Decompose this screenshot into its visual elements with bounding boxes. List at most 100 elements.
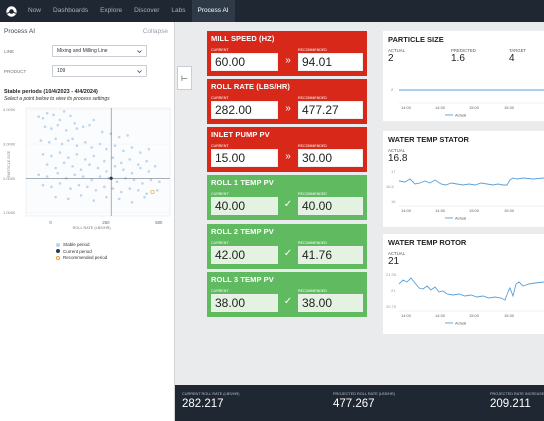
tile-2[interactable]: INLET PUMP PV CURRENT RECOMMENDED 15.00 » 30.… <box>207 127 367 172</box>
nav-labs[interactable]: Labs <box>165 0 191 22</box>
legend-recommended-swatch <box>56 255 60 260</box>
rotor-y-tick-1: 21 <box>391 288 396 293</box>
projected-roll-rate-label: PROJECTED ROLL RATE (LBS/HR) <box>333 392 396 396</box>
tile-title: ROLL 3 TEMP PV <box>211 275 274 284</box>
particle-x-tick-2: 15:00 <box>469 105 480 110</box>
stator-legend-label: Actual <box>455 216 466 221</box>
stable-point <box>83 158 87 161</box>
projected-rate-increase-value: 209.211 <box>490 398 531 410</box>
product-select-value: 109 <box>57 68 66 74</box>
stable-point <box>81 125 85 129</box>
tile-5[interactable]: ROLL 3 TEMP PV CURRENT RECOMMENDED 38.00 ✓ 38… <box>207 272 367 317</box>
y-tick-label: 3.0000 <box>3 142 16 147</box>
projected-roll-rate-value: 477.267 <box>333 398 375 410</box>
nav-process-ai[interactable]: Process AI <box>191 0 235 22</box>
stable-point <box>62 110 66 113</box>
tile-3[interactable]: ROLL 1 TEMP PV CURRENT RECOMMENDED 40.00 ✓ 40… <box>207 175 367 220</box>
nav-discover[interactable]: Discover <box>128 0 165 22</box>
tile-1[interactable]: ROLL RATE (LBS/HR) CURRENT RECOMMENDED 282.… <box>207 79 367 124</box>
stable-point <box>117 135 121 139</box>
tile-recommended-label: RECOMMENDED <box>298 144 327 148</box>
tile-current-label: CURRENT <box>211 48 229 52</box>
stable-point <box>130 200 134 204</box>
increase-arrow-icon: » <box>285 103 291 114</box>
tile-title: ROLL 2 TEMP PV <box>211 227 274 236</box>
legend-current-label: Current period <box>63 248 92 254</box>
stable-point <box>73 122 77 125</box>
tile-current-value: 60.00 <box>211 53 278 71</box>
app-logo-icon[interactable] <box>0 0 22 22</box>
stable-point <box>69 114 72 118</box>
tile-title: ROLL RATE (LBS/HR) <box>211 82 291 91</box>
stable-point <box>50 127 53 130</box>
stable-point <box>117 197 121 201</box>
rotor-x-tick-2: 15:00 <box>469 313 480 318</box>
current-roll-rate-value: 282.217 <box>182 398 224 410</box>
stable-point <box>132 178 136 182</box>
left-panel: Process AI Collapse LINE Mixing and Mill… <box>0 22 175 421</box>
line-select[interactable]: Mixing and Milling Line <box>52 45 147 57</box>
stator-x-tick-2: 15:00 <box>469 208 480 213</box>
stable-point <box>54 195 57 199</box>
nav-explore[interactable]: Explore <box>94 0 128 22</box>
current-roll-rate: CURRENT ROLL RATE (LBS/HR) 282.217 <box>182 392 240 410</box>
collapse-link[interactable]: Collapse <box>143 28 168 35</box>
stable-point <box>90 178 93 182</box>
tile-current-label: CURRENT <box>211 289 229 293</box>
stable-point <box>92 118 96 122</box>
stable-point <box>130 146 134 149</box>
rotor-title: WATER TEMP ROTOR <box>388 238 467 247</box>
particle-x-tick-3: 15:30 <box>504 105 515 110</box>
legend-recommended: Recommended period <box>56 255 107 260</box>
chevron-down-icon <box>137 69 142 73</box>
product-select[interactable]: 109 <box>52 65 147 77</box>
tile-4[interactable]: ROLL 2 TEMP PV CURRENT RECOMMENDED 42.00 ✓ 41… <box>207 224 367 269</box>
stable-point <box>50 185 53 189</box>
particle-legend-label: Actual <box>455 113 466 118</box>
tile-recommended-label: RECOMMENDED <box>298 241 327 245</box>
nav-dashboards[interactable]: Dashboards <box>47 0 94 22</box>
stable-point <box>139 166 142 170</box>
nav-now[interactable]: Now <box>22 0 47 22</box>
tile-current-label: CURRENT <box>211 192 229 196</box>
tile-recommended-value: 477.27 <box>298 101 363 119</box>
particle-y-tick: 2 <box>391 87 394 92</box>
tile-0[interactable]: MILL SPEED (HZ) CURRENT RECOMMENDED 60.00 » 9… <box>207 31 367 76</box>
stator-y-tick-1: 16.5 <box>386 184 395 189</box>
stator-x-tick-3: 15:30 <box>504 208 515 213</box>
stable-point <box>86 185 89 189</box>
stable-point <box>141 182 144 185</box>
stable-point <box>39 139 43 142</box>
tile-title: MILL SPEED (HZ) <box>211 34 275 43</box>
stable-point <box>111 187 115 190</box>
rotor-y-tick-0: 21.25 <box>386 272 397 277</box>
stable-point <box>71 164 74 168</box>
increase-arrow-icon: » <box>285 151 291 162</box>
tile-recommended-value: 38.00 <box>298 294 363 312</box>
stable-point <box>105 147 108 151</box>
stable-point <box>54 166 57 170</box>
app-window: Now Dashboards Explore Discover Labs Pro… <box>0 0 544 421</box>
stable-point <box>105 170 108 173</box>
stable-point <box>149 178 153 182</box>
stable-point <box>75 152 79 156</box>
stator-actual: ACTUAL 16.8 <box>388 148 407 164</box>
legend-current-swatch <box>56 249 60 253</box>
stable-point <box>83 140 87 144</box>
x-axis-label: ROLL RATE (LBS/HR) <box>73 226 112 230</box>
collapse-panel-button[interactable]: ⊢ <box>177 66 192 90</box>
particle-target: TARGET 4 <box>509 48 526 64</box>
stable-point <box>60 142 64 146</box>
stable-point <box>98 175 102 178</box>
stable-point <box>43 125 47 129</box>
stable-point <box>90 146 93 149</box>
recommended-point <box>150 189 155 195</box>
stable-point <box>155 188 159 192</box>
water-temp-stator-card: WATER TEMP STATOR ACTUAL 16.8 17 16.5 16… <box>383 131 544 227</box>
tile-current-label: CURRENT <box>211 144 229 148</box>
current-roll-rate-label: CURRENT ROLL RATE (LBS/HR) <box>182 392 240 396</box>
panel-title: Process AI <box>4 28 36 35</box>
stable-point <box>143 195 146 199</box>
stable-periods-scatter[interactable]: 1.00002.00003.00004.00000 250 500ROLL RATE… <box>0 106 175 236</box>
stable-point <box>113 164 117 168</box>
